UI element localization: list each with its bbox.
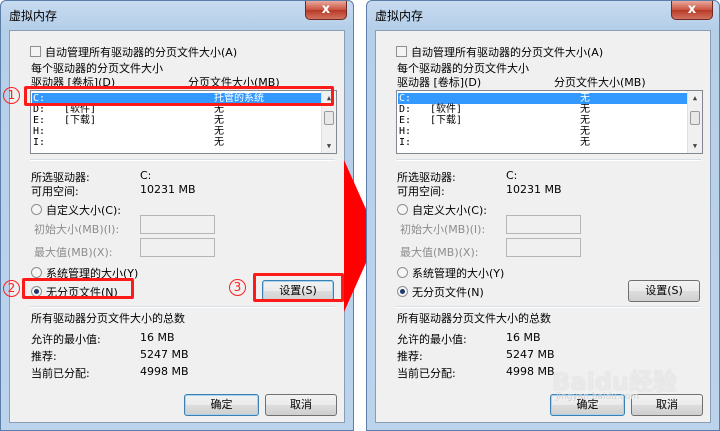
- highlight-no-paging: [22, 278, 134, 299]
- separator: [30, 159, 335, 161]
- watermark-url: jingyan.baidu.com: [556, 392, 640, 402]
- free-space-value: 10231 MB: [506, 183, 562, 196]
- scroll-down-icon[interactable]: ▼: [323, 140, 335, 152]
- column-drive-header: 驱动器 [卷标](D): [397, 76, 482, 89]
- max-size-label: 最大值(MB)(X):: [400, 246, 479, 259]
- system-managed-label: 系统管理的大小(Y): [412, 267, 505, 280]
- scroll-thumb[interactable]: [690, 111, 700, 125]
- scroll-thumb[interactable]: [324, 111, 334, 125]
- custom-size-label: 自定义大小(C):: [412, 204, 487, 217]
- separator: [396, 159, 701, 161]
- auto-manage-label: 自动管理所有驱动器的分页文件大小(A): [411, 46, 604, 59]
- cancel-button[interactable]: 取消: [265, 394, 337, 416]
- system-managed-radio[interactable]: [397, 267, 408, 278]
- min-allowed-label: 允许的最小值:: [397, 333, 467, 346]
- initial-size-input[interactable]: [506, 215, 581, 234]
- step-2-marker: 2: [3, 280, 20, 297]
- auto-manage-checkbox[interactable]: [396, 46, 407, 57]
- recommended-value: 5247 MB: [506, 348, 555, 361]
- selected-drive-value: C:: [506, 169, 518, 182]
- selected-drive-value: C:: [140, 169, 152, 182]
- allocated-label: 当前已分配:: [397, 367, 456, 380]
- custom-size-radio[interactable]: [397, 204, 408, 215]
- max-size-input[interactable]: [140, 238, 215, 257]
- auto-manage-checkbox[interactable]: [30, 46, 41, 57]
- allocated-value: 4998 MB: [506, 365, 555, 378]
- allocated-label: 当前已分配:: [31, 367, 90, 380]
- step-1-marker: 1: [3, 87, 20, 104]
- column-size-header: 分页文件大小(MB): [554, 76, 646, 89]
- dialog-title: 虚拟内存: [9, 9, 58, 23]
- system-managed-radio[interactable]: [31, 267, 42, 278]
- min-allowed-label: 允许的最小值:: [31, 333, 101, 346]
- drive-row-d[interactable]: D: [软件] 无: [398, 104, 687, 115]
- drive-row-h[interactable]: H: 无: [32, 126, 321, 137]
- no-paging-label: 无分页文件(N): [412, 286, 484, 299]
- drive-row-h[interactable]: H: 无: [398, 126, 687, 137]
- close-button[interactable]: x: [671, 1, 713, 20]
- custom-size-radio[interactable]: [31, 204, 42, 215]
- custom-size-label: 自定义大小(C):: [46, 204, 121, 217]
- drive-list-scrollbar[interactable]: ▲ ▼: [687, 91, 702, 153]
- separator: [30, 306, 335, 308]
- max-size-label: 最大值(MB)(X):: [34, 246, 113, 259]
- allocated-value: 4998 MB: [140, 365, 189, 378]
- min-allowed-value: 16 MB: [140, 331, 175, 344]
- ok-button[interactable]: 确定: [184, 394, 259, 416]
- drive-row-i[interactable]: I: 无: [32, 137, 321, 148]
- dialog-title: 虚拟内存: [375, 9, 424, 23]
- initial-size-label: 初始大小(MB)(I):: [400, 223, 486, 236]
- recommended-label: 推荐:: [397, 350, 423, 363]
- min-allowed-value: 16 MB: [506, 331, 541, 344]
- drive-row-c[interactable]: C: 无: [398, 93, 687, 104]
- drive-row-e[interactable]: E: [下载] 无: [32, 115, 321, 126]
- drive-row-e[interactable]: E: [下载] 无: [398, 115, 687, 126]
- free-space-label: 可用空间:: [31, 185, 79, 198]
- auto-manage-label: 自动管理所有驱动器的分页文件大小(A): [45, 46, 238, 59]
- scroll-up-icon[interactable]: ▲: [689, 92, 701, 104]
- cancel-button[interactable]: 取消: [631, 394, 703, 416]
- scroll-down-icon[interactable]: ▼: [689, 140, 701, 152]
- initial-size-label: 初始大小(MB)(I):: [34, 223, 120, 236]
- separator: [396, 306, 701, 308]
- drive-list[interactable]: C: 无 D: [软件] 无 E: [下载] 无 H: 无 I: 无 ▲ ▼: [396, 90, 703, 154]
- close-button[interactable]: x: [305, 1, 347, 20]
- total-group-label: 所有驱动器分页文件大小的总数: [31, 312, 185, 325]
- step-3-marker: 3: [229, 279, 246, 296]
- free-space-label: 可用空间:: [397, 185, 445, 198]
- highlight-drive-c: [24, 86, 334, 106]
- highlight-set-button: [253, 273, 344, 302]
- max-size-input[interactable]: [506, 238, 581, 257]
- virtual-memory-dialog-before: 虚拟内存 x 自动管理所有驱动器的分页文件大小(A) 每个驱动器的分页文件大小 …: [0, 0, 354, 431]
- recommended-label: 推荐:: [31, 350, 57, 363]
- drive-row-i[interactable]: I: 无: [398, 137, 687, 148]
- recommended-value: 5247 MB: [140, 348, 189, 361]
- initial-size-input[interactable]: [140, 215, 215, 234]
- total-group-label: 所有驱动器分页文件大小的总数: [397, 312, 551, 325]
- no-paging-radio[interactable]: [397, 286, 408, 297]
- free-space-value: 10231 MB: [140, 183, 196, 196]
- set-button[interactable]: 设置(S): [628, 280, 700, 302]
